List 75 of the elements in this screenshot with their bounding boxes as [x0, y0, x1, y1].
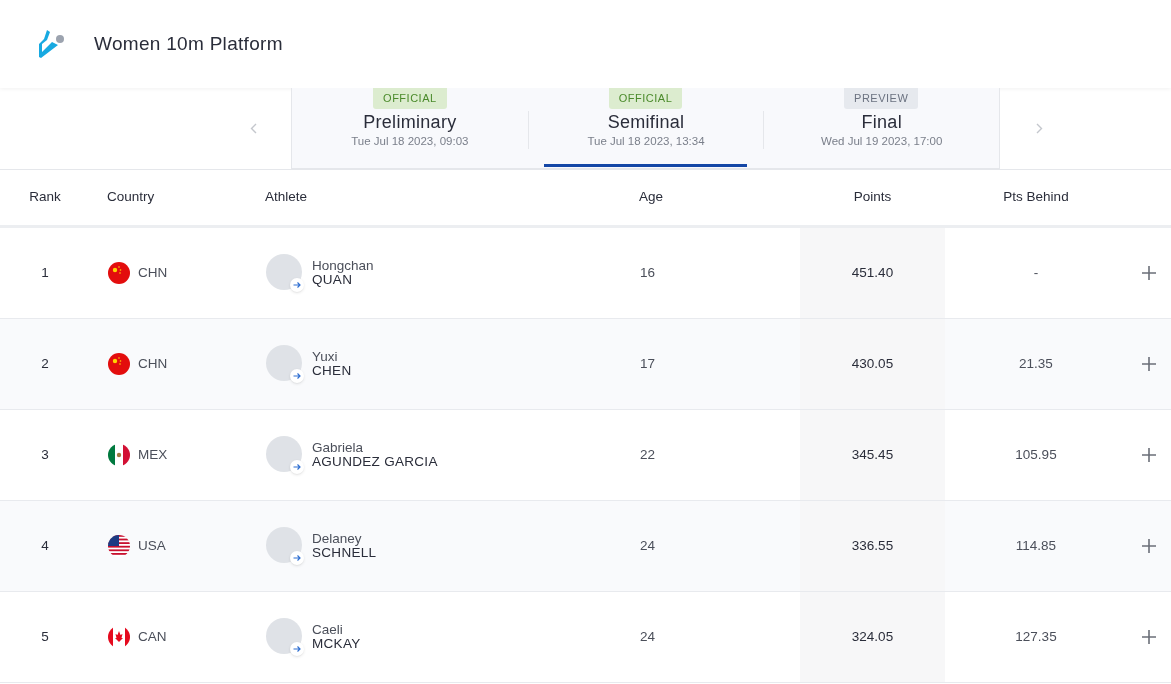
athlete-first-name: Yuxi [312, 350, 339, 364]
status-badge: OFFICIAL [608, 88, 683, 109]
country-code: CHN [138, 354, 168, 373]
arrow-icon [290, 460, 304, 474]
rank-cell-text: 4 [41, 536, 49, 555]
points-cell-text: 430.05 [851, 354, 894, 373]
athlete-last-name: MCKAY [312, 637, 361, 651]
points-cell-text: 345.45 [851, 445, 894, 464]
phase-tab[interactable]: PREVIEW Final Wed Jul 19 2023, 17:00 [763, 88, 999, 168]
pts-behind-cell-text: 114.85 [1015, 536, 1057, 555]
expand-plus-icon[interactable] [1142, 266, 1156, 280]
age-cell-text: 17 [640, 354, 656, 373]
athlete-avatar[interactable] [266, 254, 302, 290]
column-header: Athlete [264, 188, 309, 207]
phase-date: Tue Jul 18 2023, 09:03 [351, 133, 469, 149]
athlete-first-name: Hongchan [312, 259, 374, 273]
country-code: CHN [138, 263, 168, 282]
pts-behind-cell-text: - [1033, 263, 1039, 282]
phase-date: Wed Jul 19 2023, 17:00 [821, 133, 943, 149]
arrow-icon [290, 551, 304, 565]
logo-icon [38, 28, 66, 60]
expand-plus-icon[interactable] [1142, 539, 1156, 553]
column-header: Age [638, 188, 665, 207]
age-cell-text: 24 [640, 627, 656, 646]
athlete-first-name: Caeli [312, 623, 344, 637]
points-cell-text: 336.55 [851, 536, 894, 555]
points-cell-text: 324.05 [851, 627, 894, 646]
country-code: USA [138, 536, 166, 555]
column-header: Rank [29, 188, 61, 207]
status-badge: PREVIEW [844, 88, 919, 109]
points-cell-text: 451.40 [851, 263, 894, 282]
expand-plus-icon[interactable] [1142, 448, 1156, 462]
phase-name: Final [861, 110, 902, 133]
expand-plus-icon[interactable] [1142, 357, 1156, 371]
age-cell-text: 16 [640, 263, 656, 282]
arrow-icon [290, 369, 304, 383]
athlete-first-name: Delaney [312, 532, 363, 546]
pts-behind-cell-text: 105.95 [1015, 445, 1057, 464]
column-header: Pts Behind [1003, 188, 1069, 207]
age-cell-text: 22 [640, 445, 656, 464]
rank-cell-text: 1 [41, 263, 49, 282]
flag-icon [108, 262, 130, 284]
athlete-avatar[interactable] [266, 345, 302, 381]
column-header: Country [106, 188, 156, 207]
rank-cell-text: 5 [41, 627, 49, 646]
athlete-last-name: SCHNELL [312, 546, 377, 560]
athlete-last-name: QUAN [312, 273, 353, 287]
phase-name: Semifinal [607, 110, 685, 133]
pts-behind-cell-text: 21.35 [1019, 354, 1053, 373]
phase-tab[interactable]: OFFICIAL Preliminary Tue Jul 18 2023, 09:03 [292, 88, 528, 168]
athlete-avatar[interactable] [266, 527, 302, 563]
phase-name: Preliminary [363, 110, 457, 133]
pts-behind-cell-text: 127.35 [1015, 627, 1057, 646]
flag-icon [108, 535, 130, 557]
flag-icon [108, 353, 130, 375]
athlete-last-name: CHEN [312, 364, 352, 378]
phase-tab[interactable]: OFFICIAL Semifinal Tue Jul 18 2023, 13:34 [527, 88, 764, 168]
country-code: MEX [138, 445, 168, 464]
age-cell-text: 24 [640, 536, 656, 555]
athlete-first-name: Gabriela [312, 441, 365, 455]
athlete-avatar[interactable] [266, 436, 302, 472]
rank-cell-text: 2 [41, 354, 49, 373]
expand-plus-icon[interactable] [1142, 630, 1156, 644]
status-badge: OFFICIAL [373, 88, 447, 109]
arrow-icon [290, 642, 304, 656]
athlete-last-name: AGUNDEZ GARCIA [312, 455, 438, 469]
page-title: Women 10m Platform [94, 31, 283, 56]
athlete-avatar[interactable] [266, 618, 302, 654]
column-header: Points [853, 188, 892, 207]
flag-icon [108, 626, 130, 648]
rank-cell-text: 3 [41, 445, 49, 464]
flag-icon [108, 444, 130, 466]
phase-date: Tue Jul 18 2023, 13:34 [587, 133, 705, 149]
country-code: CAN [138, 627, 167, 646]
arrow-icon [290, 278, 304, 292]
